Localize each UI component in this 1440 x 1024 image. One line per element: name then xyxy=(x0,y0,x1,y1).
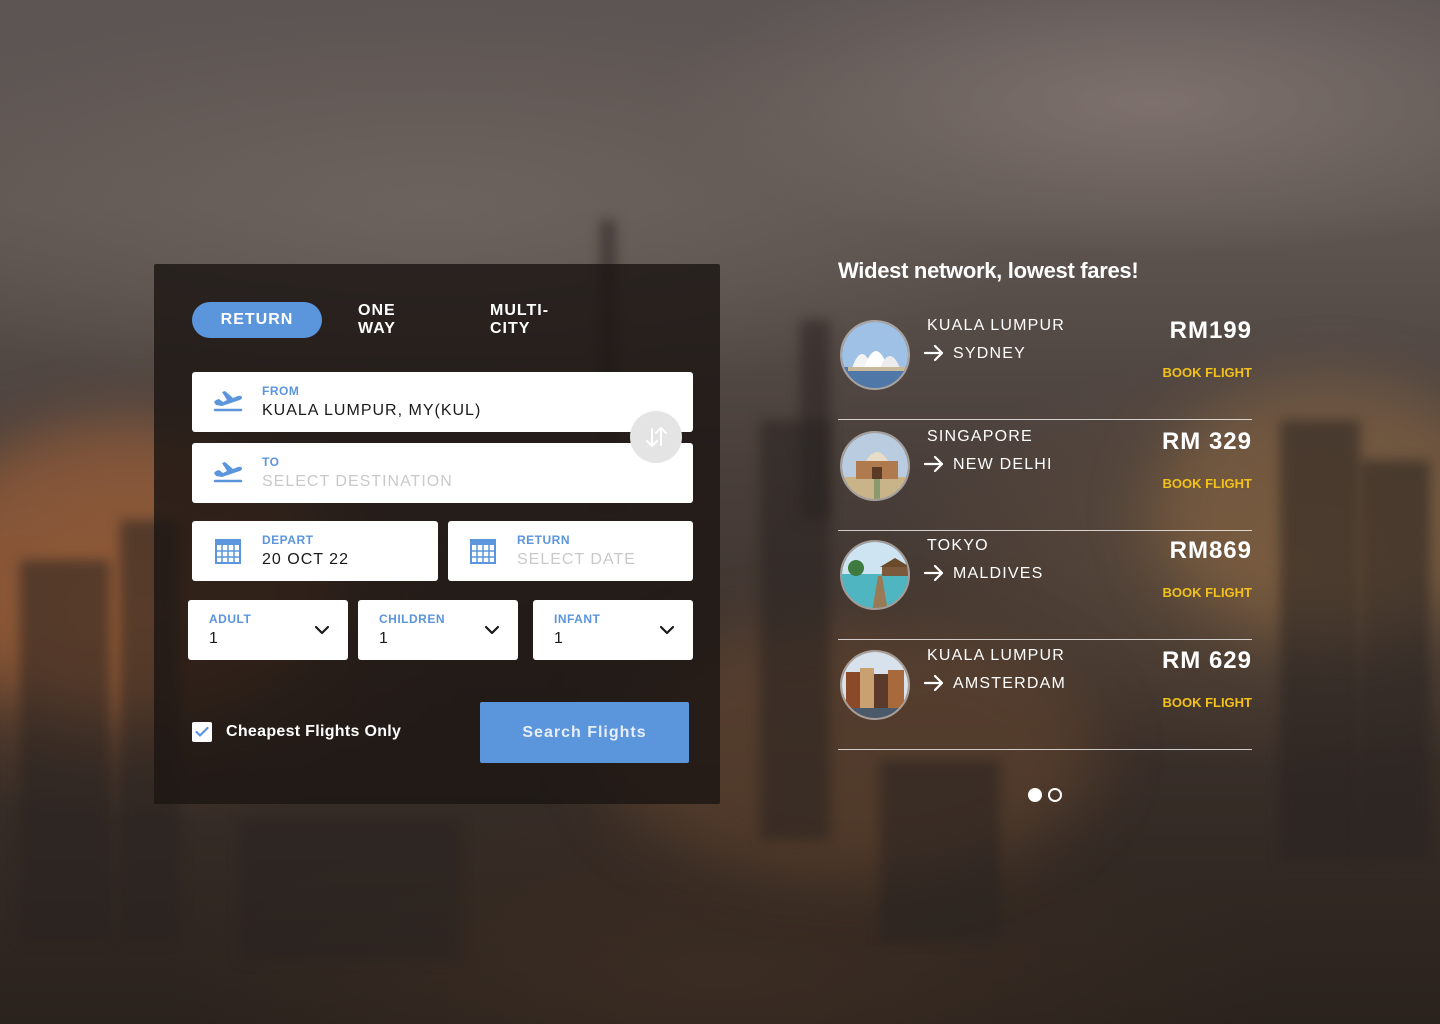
tab-return[interactable]: RETURN xyxy=(192,302,322,338)
swap-button[interactable] xyxy=(630,411,682,463)
to-label: TO xyxy=(262,455,280,469)
arrow-right-icon xyxy=(923,455,944,473)
book-flight-link[interactable]: BOOK FLIGHT xyxy=(1162,476,1252,491)
deal-destination: AMSTERDAM xyxy=(953,675,1067,692)
deal-price: RM 629 xyxy=(1161,647,1252,674)
deal-price: RM199 xyxy=(1169,317,1252,344)
adult-select[interactable]: ADULT 1 xyxy=(188,600,348,660)
children-select[interactable]: CHILDREN 1 xyxy=(358,600,518,660)
deal-origin: SINGAPORE xyxy=(927,428,1033,445)
flight-search-panel: RETURN ONE WAY MULTI-CITY FROM KUALA LUM… xyxy=(154,264,720,804)
chevron-down-icon xyxy=(314,625,330,635)
book-flight-link[interactable]: BOOK FLIGHT xyxy=(1162,365,1252,380)
deal-origin: TOKYO xyxy=(927,537,989,554)
trip-type-tabs: RETURN ONE WAY MULTI-CITY xyxy=(192,302,582,338)
deal-destination: SYDNEY xyxy=(953,345,1026,362)
from-field[interactable]: FROM KUALA LUMPUR, MY(KUL) xyxy=(192,372,693,432)
swap-arrows-icon xyxy=(646,427,667,447)
deal-item: KUALA LUMPUR SYDNEY RM199 BOOK FLIGHT xyxy=(838,310,1252,420)
pagination-dot-2[interactable] xyxy=(1048,788,1062,802)
from-label: FROM xyxy=(262,384,300,398)
depart-label: DEPART xyxy=(262,533,314,547)
checkmark-icon xyxy=(195,726,209,737)
destination-image xyxy=(840,320,910,390)
depart-value: 20 OCT 22 xyxy=(262,551,349,568)
children-value: 1 xyxy=(379,630,388,647)
adult-label: ADULT xyxy=(209,612,252,626)
carousel-pagination xyxy=(1028,788,1062,802)
tab-multi-city[interactable]: MULTI-CITY xyxy=(490,302,582,338)
destination-image xyxy=(840,431,910,501)
chevron-down-icon xyxy=(484,625,500,635)
cheapest-only-checkbox[interactable] xyxy=(192,722,212,742)
infant-label: INFANT xyxy=(554,612,601,626)
deal-origin: KUALA LUMPUR xyxy=(927,317,1065,334)
return-placeholder: SELECT DATE xyxy=(517,551,636,568)
return-label: RETURN xyxy=(517,533,570,547)
deal-destination: NEW DELHI xyxy=(953,456,1053,473)
plane-takeoff-icon xyxy=(213,391,243,412)
from-value: KUALA LUMPUR, MY(KUL) xyxy=(262,402,482,419)
calendar-icon xyxy=(215,539,241,564)
to-placeholder: SELECT DESTINATION xyxy=(262,473,453,490)
children-label: CHILDREN xyxy=(379,612,445,626)
arrow-right-icon xyxy=(923,564,944,582)
search-flights-button[interactable]: Search Flights xyxy=(480,702,689,763)
pagination-dot-1[interactable] xyxy=(1028,788,1042,802)
promo-headline: Widest network, lowest fares! xyxy=(838,258,1139,283)
deal-price: RM 329 xyxy=(1161,428,1252,455)
deal-origin: KUALA LUMPUR xyxy=(927,647,1065,664)
tab-one-way[interactable]: ONE WAY xyxy=(358,302,434,338)
infant-value: 1 xyxy=(554,630,563,647)
chevron-down-icon xyxy=(659,625,675,635)
book-flight-link[interactable]: BOOK FLIGHT xyxy=(1162,585,1252,600)
depart-date-field[interactable]: DEPART 20 OCT 22 xyxy=(192,521,438,581)
deal-item: TOKYO MALDIVES RM869 BOOK FLIGHT xyxy=(838,530,1252,640)
arrow-right-icon xyxy=(923,674,944,692)
to-field[interactable]: TO SELECT DESTINATION xyxy=(192,443,693,503)
deal-destination: MALDIVES xyxy=(953,565,1044,582)
cheapest-only-label: Cheapest Flights Only xyxy=(226,723,402,740)
destination-image xyxy=(840,650,910,720)
infant-select[interactable]: INFANT 1 xyxy=(533,600,693,660)
deal-item: KUALA LUMPUR AMSTERDAM RM 629 BOOK FLIGH… xyxy=(838,640,1252,750)
book-flight-link[interactable]: BOOK FLIGHT xyxy=(1162,695,1252,710)
deal-price: RM869 xyxy=(1169,537,1252,564)
calendar-icon xyxy=(470,539,496,564)
arrow-right-icon xyxy=(923,344,944,362)
destination-image xyxy=(840,540,910,610)
deal-item: SINGAPORE NEW DELHI RM 329 BOOK FLIGHT xyxy=(838,421,1252,531)
plane-takeoff-icon xyxy=(213,462,243,483)
adult-value: 1 xyxy=(209,630,218,647)
return-date-field[interactable]: RETURN SELECT DATE xyxy=(448,521,693,581)
